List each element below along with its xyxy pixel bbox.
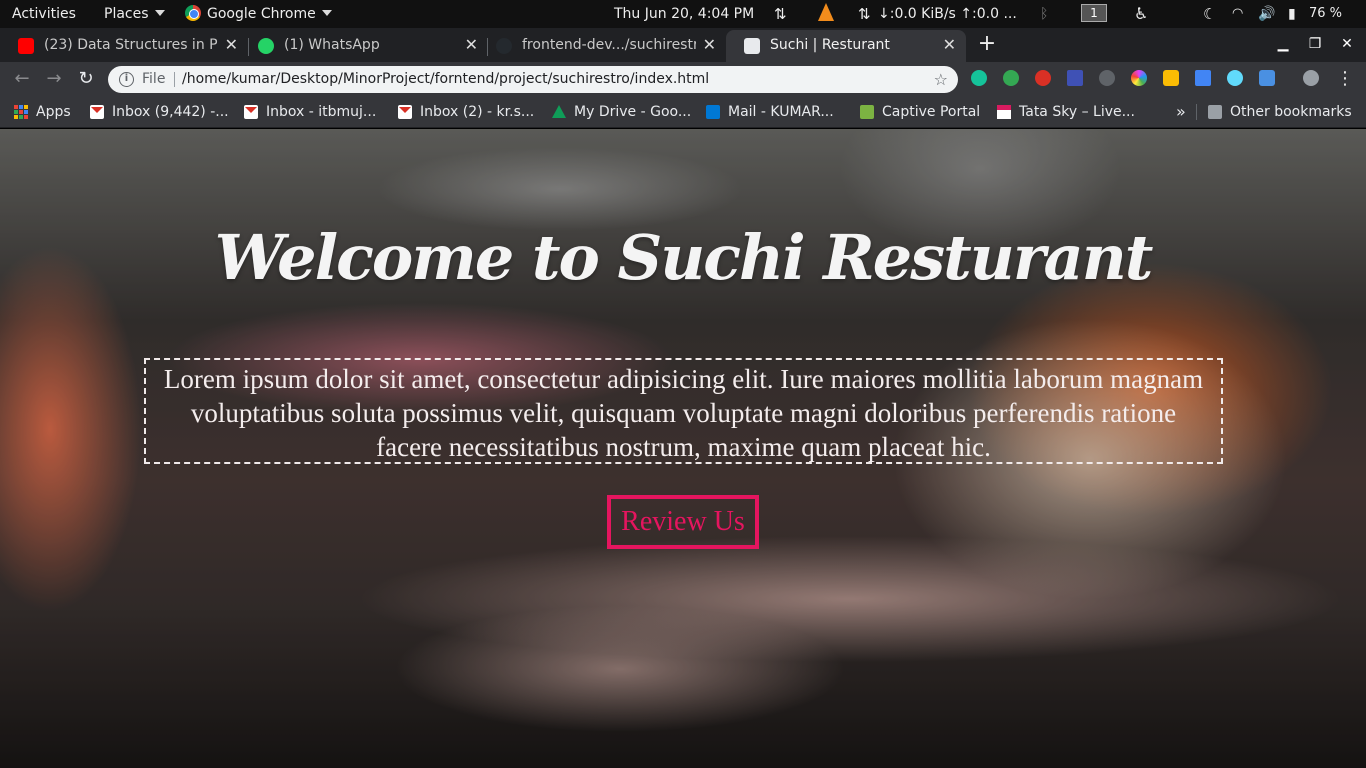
close-icon[interactable]: ✕ [943,30,956,60]
bookmark-other[interactable]: Other bookmarks [1208,96,1352,128]
tab-suchi-resturant[interactable]: Suchi | Resturant ✕ [726,30,966,62]
bookmark-tata-sky[interactable]: Tata Sky – Live... [997,96,1135,128]
close-icon[interactable]: ✕ [703,30,716,60]
app-menu-label: Google Chrome [207,6,316,22]
g-icon[interactable] [1259,70,1275,86]
maximize-button[interactable]: ❐ [1304,28,1326,60]
transfer-arrows-icon: ⇅ [774,5,787,23]
bookmark-label: Inbox (2) - kr.s... [420,104,535,120]
bookmark-label: Inbox (9,442) -... [112,104,229,120]
info-icon[interactable]: i [119,72,134,87]
bookmark-label: Captive Portal [882,104,981,120]
close-icon[interactable]: ✕ [465,30,478,60]
network-speed[interactable]: ↓:0.0 KiB/s ↑:0.0 ... [878,0,1017,28]
tab-title: (1) WhatsApp [284,37,380,53]
drive-icon [552,105,566,118]
address-bar[interactable]: i File /home/kumar/Desktop/MinorProject/… [108,66,958,93]
battery-percent: 76 % [1309,6,1343,21]
vlc-icon[interactable] [818,0,834,28]
tab-title: Suchi | Resturant [770,37,890,53]
bookmark-my-drive[interactable]: My Drive - Goo... [552,96,691,128]
gmail-icon [398,105,412,119]
apps-icon [14,105,28,119]
crop-icon[interactable] [1067,70,1083,86]
activities-button[interactable]: Activities [12,0,76,28]
puzzle-icon[interactable] [1163,70,1179,86]
night-light-icon: ☾ [1203,5,1217,23]
profile-avatar-icon[interactable] [1303,70,1319,86]
tab-title: frontend-dev.../suchirestro [522,37,696,53]
bookmark-label: Other bookmarks [1230,104,1352,120]
menu-kebab-icon[interactable]: ⋮ [1336,62,1354,96]
outlook-icon [706,105,720,119]
tab-youtube[interactable]: (23) Data Structures in Pyt ✕ [0,30,248,62]
volume-icon[interactable]: 🔊 [1258,0,1275,28]
hero-description: Lorem ipsum dolor sit amet, consectetur … [144,358,1223,464]
chevron-down-icon [154,10,165,16]
workspace-indicator[interactable]: 1 [1081,0,1107,28]
close-window-button[interactable]: ✕ [1336,28,1358,60]
react-icon[interactable] [1227,70,1243,86]
bookmark-label: My Drive - Goo... [574,104,692,120]
accessibility-icon[interactable]: ♿ [1134,0,1148,28]
hero-section: Welcome to Suchi Resturant Lorem ipsum d… [0,129,1366,768]
places-label: Places [104,6,149,22]
youtube-icon [18,38,34,54]
reload-button[interactable]: ↻ [74,62,98,96]
portal-icon [860,105,874,119]
bookmark-inbox-3[interactable]: Inbox (2) - kr.s... [398,96,534,128]
network-arrows-icon: ⇅ [858,5,871,23]
tab-github[interactable]: frontend-dev.../suchirestro ✕ [478,30,726,62]
tab-title: (23) Data Structures in Pyt [44,37,218,53]
gmail-icon [90,105,104,119]
bookmark-label: Inbox - itbmuj... [266,104,377,120]
bookmark-captive-portal[interactable]: Captive Portal [860,96,980,128]
bookmark-star-icon[interactable]: ☆ [934,66,948,93]
browser-toolbar: ← → ↻ i File /home/kumar/Desktop/MinorPr… [0,62,1366,96]
chrome-icon [185,5,201,21]
url-text[interactable]: /home/kumar/Desktop/MinorProject/fornten… [182,66,709,93]
page-title: Welcome to Suchi Resturant [214,221,1154,294]
bookmarks-bar: Apps Inbox (9,442) -... Inbox - itbmuj..… [0,96,1366,128]
window-icon[interactable] [1195,70,1211,86]
page-icon [744,38,760,54]
clock[interactable]: Thu Jun 20, 4:04 PM [614,0,754,28]
grammarly-icon[interactable] [971,70,987,86]
battery-icon[interactable]: ▮ [1288,0,1296,28]
url-scheme: File [142,71,166,87]
bookmark-label: Tata Sky – Live... [1019,104,1135,120]
color-wheel-icon[interactable] [1131,70,1147,86]
review-us-button[interactable]: Review Us [607,495,759,549]
minimize-button[interactable]: ▁ [1272,28,1294,60]
forward-button[interactable]: → [42,62,66,96]
github-icon [496,38,512,54]
bookmarks-overflow-chevron-icon[interactable]: » [1176,96,1186,128]
tab-whatsapp[interactable]: (1) WhatsApp ✕ [240,30,488,62]
bookmark-inbox-1[interactable]: Inbox (9,442) -... [90,96,229,128]
places-menu[interactable]: Places [104,0,165,28]
bookmark-divider [1196,104,1197,120]
chevron-down-icon [321,10,332,16]
record-icon[interactable] [1099,70,1115,86]
green-extension-icon[interactable] [1003,70,1019,86]
whatsapp-icon [258,38,274,54]
workspace-number: 1 [1081,4,1107,22]
gmail-icon [244,105,258,119]
app-menu[interactable]: Google Chrome [185,0,332,28]
bookmark-inbox-2[interactable]: Inbox - itbmuj... [244,96,376,128]
url-divider [174,72,175,87]
bookmark-label: Apps [36,104,71,120]
new-tab-button[interactable]: + [976,28,998,60]
bookmark-label: Mail - KUMAR... [728,104,834,120]
bluetooth-icon[interactable]: ᛒ [1040,0,1048,28]
system-top-bar: Activities Places Google Chrome Thu Jun … [0,0,1366,28]
close-icon[interactable]: ✕ [225,30,238,60]
back-button[interactable]: ← [10,62,34,96]
bookmark-apps[interactable]: Apps [14,96,71,128]
tatasky-icon [997,105,1011,119]
bookmark-mail[interactable]: Mail - KUMAR... [706,96,834,128]
red-hand-icon[interactable] [1035,70,1051,86]
folder-icon [1208,105,1222,119]
wifi-icon[interactable]: ◠ [1232,0,1243,28]
